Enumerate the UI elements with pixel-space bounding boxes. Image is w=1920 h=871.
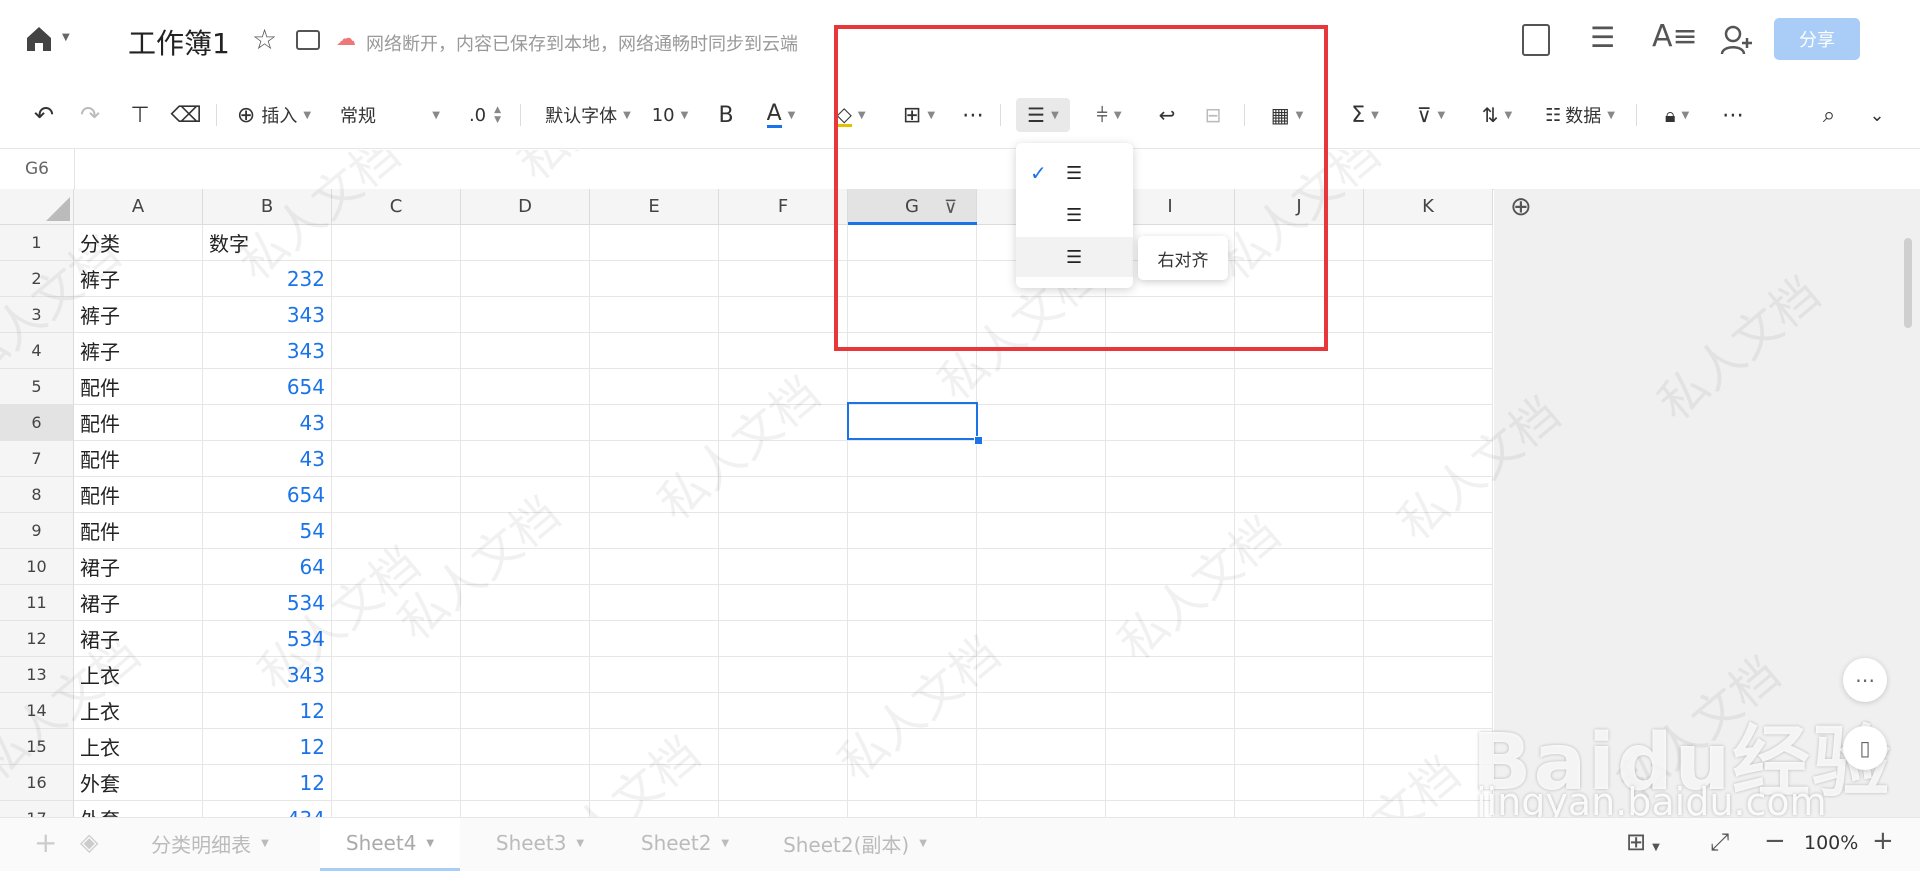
cloud-off-icon: ☁	[336, 26, 356, 50]
eraser-icon[interactable]: ⌫	[168, 82, 204, 148]
insert-button[interactable]: ⊕ 插入 ▼	[232, 82, 316, 148]
bold-button[interactable]: B	[710, 82, 742, 148]
sheet-tab-caret-icon[interactable]: ▼	[426, 838, 434, 849]
sheet-tab-bar: + ◈ 分类明细表 ▼ Sheet4 ▼ Sheet3 ▼ Sheet2 ▼ Sheet2(副本…	[0, 817, 1920, 871]
sheet-tab-label: Sheet4	[345, 831, 417, 855]
add-sheet-icon[interactable]: +	[34, 826, 57, 859]
chevron-down-icon[interactable]: ⌄	[1860, 82, 1894, 148]
watermark-text: 私人文档	[0, 225, 131, 392]
doc-check-icon[interactable]	[1522, 24, 1550, 56]
sheet-tab[interactable]: Sheet2 ▼	[620, 818, 750, 868]
align-left-option[interactable]: ✓ ☰	[1016, 153, 1133, 193]
format-painter-icon[interactable]: ⊤	[122, 82, 158, 148]
share-button[interactable]: 分享	[1774, 18, 1860, 60]
lock-icon: 🔒︎	[1664, 103, 1676, 127]
watermark-text: 私人文档	[647, 365, 831, 532]
zoom-out-icon[interactable]: −	[1764, 826, 1786, 856]
sheet-tab[interactable]: Sheet2(副本) ▼	[760, 818, 950, 868]
sum-icon: Σ	[1351, 102, 1366, 128]
align-right-tooltip: 右对齐	[1138, 236, 1228, 280]
add-user-icon[interactable]	[1720, 24, 1754, 56]
sheet-tab-label: Sheet2	[640, 831, 712, 855]
sheet-tab-caret-icon[interactable]: ▼	[261, 838, 269, 849]
filter-button[interactable]: ⊽ ▼	[1408, 82, 1454, 148]
sheet-tab-caret-icon[interactable]: ▼	[721, 838, 729, 849]
number-format-select[interactable]: 常规 ▼	[340, 82, 440, 148]
undo-icon[interactable]: ↶	[26, 82, 62, 148]
home-dropdown-caret[interactable]: ▼	[62, 32, 70, 43]
watermark-text: 私人文档	[1280, 736, 1472, 820]
watermark-text: 私人文档	[500, 150, 692, 194]
home-icon[interactable]	[24, 24, 54, 54]
watermark-text: 私人文档	[1107, 505, 1291, 672]
sheet-tab-label: 分类明细表	[151, 832, 252, 857]
sum-button[interactable]: Σ ▼	[1342, 82, 1388, 148]
font-size-value: 10	[651, 104, 675, 126]
search-icon[interactable]: ⌕	[1812, 82, 1846, 148]
view-mode-icon[interactable]: ⊞ ▼	[1626, 828, 1660, 856]
sheet-tab-caret-icon[interactable]: ▼	[576, 838, 584, 849]
plus-circle-icon: ⊕	[236, 102, 256, 128]
data-icon: ☷	[1545, 104, 1562, 126]
sheet-tab-caret-icon[interactable]: ▼	[919, 838, 927, 849]
mobile-view-float-button[interactable]: ▯	[1843, 726, 1887, 770]
align-left-icon: ☰	[1066, 162, 1083, 184]
star-icon[interactable]: ☆	[252, 26, 277, 54]
more-options-float-button[interactable]: ⋯	[1843, 658, 1887, 702]
sheet-tab-label: Sheet3	[495, 831, 567, 855]
decimal-label: .0	[468, 104, 487, 126]
folder-move-icon[interactable]	[296, 30, 320, 50]
font-color-icon: A	[766, 100, 782, 128]
checkmark-icon: ✓	[1030, 161, 1047, 185]
align-center-option[interactable]: ☰	[1016, 195, 1133, 235]
font-size-select[interactable]: 10 ▼	[646, 82, 694, 148]
font-name-value: 默认字体	[545, 106, 618, 127]
zoom-in-icon[interactable]: +	[1872, 826, 1894, 856]
watermark-text: 私人文档	[1387, 385, 1571, 552]
zoom-level[interactable]: 100%	[1804, 832, 1858, 854]
data-label: 数据	[1565, 106, 1602, 127]
align-dropdown-menu: ✓ ☰ ☰ ☰	[1016, 143, 1133, 288]
lock-button[interactable]: 🔒︎ ▼	[1654, 82, 1700, 148]
watermark-text: 私人文档	[227, 150, 411, 292]
fullscreen-icon[interactable]: ⤢	[1710, 828, 1729, 856]
more-icon[interactable]: ⋯	[1716, 82, 1750, 148]
watermark-text: 私人文档	[1647, 265, 1831, 432]
doc-title[interactable]: 工作簿1	[128, 22, 230, 62]
font-name-select[interactable]: 默认字体 ▼	[540, 82, 636, 148]
watermark-text: 私人文档	[387, 485, 571, 652]
align-right-icon: ☰	[1066, 246, 1083, 268]
watermark-text: 私人文档	[247, 535, 431, 702]
number-format-value: 常规	[340, 106, 376, 127]
sheet-list-icon[interactable]: ◈	[80, 828, 98, 856]
watermark-text: 私人文档	[527, 725, 711, 820]
decimal-stepper[interactable]: .0 ▲ ▼	[460, 82, 510, 148]
sort-button[interactable]: ⇅ ▼	[1474, 82, 1520, 148]
data-button[interactable]: ☷ 数据 ▼	[1538, 82, 1622, 148]
sort-icon: ⇅	[1481, 103, 1499, 127]
sheet-tab[interactable]: Sheet3 ▼	[470, 818, 610, 868]
sheet-tab[interactable]: Sheet4 ▼	[320, 818, 460, 871]
align-center-icon: ☰	[1066, 204, 1083, 226]
offline-message: 网络断开，内容已保存到本地，网络通畅时同步到云端	[366, 34, 798, 55]
filter-icon: ⊽	[1416, 103, 1432, 127]
watermark-text: 私人文档	[827, 625, 1011, 792]
font-style-icon[interactable]: A≡	[1652, 22, 1698, 52]
sheet-tab[interactable]: 分类明细表 ▼	[130, 818, 290, 868]
align-right-option[interactable]: ☰	[1016, 237, 1133, 277]
insert-label: 插入	[261, 106, 298, 127]
redo-icon[interactable]: ↷	[72, 82, 108, 148]
font-color-button[interactable]: A ▼	[756, 82, 806, 148]
watermark-text: 私人文档	[0, 625, 151, 792]
menu-icon[interactable]: ☰	[1590, 24, 1615, 52]
sheet-tab-label: Sheet2(副本)	[783, 832, 910, 857]
